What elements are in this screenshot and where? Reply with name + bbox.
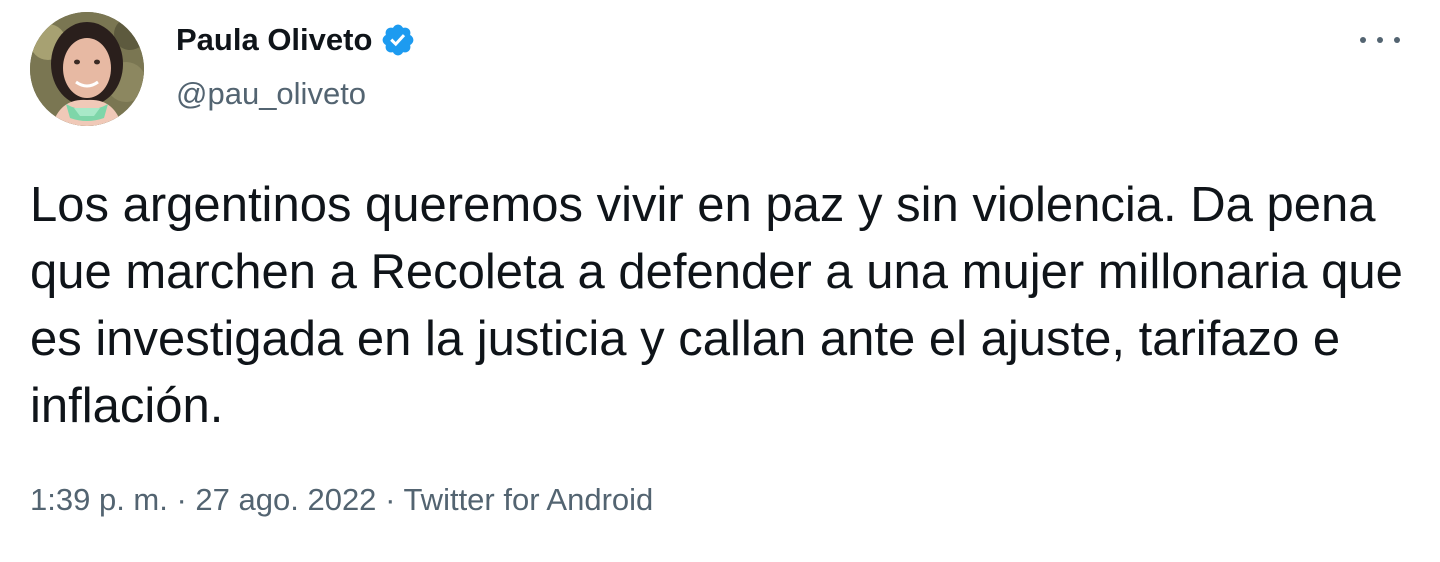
tweet-time[interactable]: 1:39 p. m. <box>30 482 168 517</box>
author-handle[interactable]: @pau_oliveto <box>176 76 366 112</box>
tweet-metadata: 1:39 p. m. · 27 ago. 2022 · Twitter for … <box>30 482 653 518</box>
tweet-text: Los argentinos queremos vivir en paz y s… <box>30 178 1403 433</box>
dot <box>1360 37 1366 43</box>
verified-badge-icon <box>380 22 416 58</box>
avatar[interactable] <box>30 12 144 126</box>
tweet-source[interactable]: Twitter for Android <box>403 482 653 517</box>
avatar-image <box>30 12 144 126</box>
more-options-icon[interactable] <box>1360 28 1400 52</box>
author-name-row: Paula Oliveto <box>176 22 416 58</box>
separator: · <box>385 482 404 517</box>
tweet-date[interactable]: 27 ago. 2022 <box>195 482 376 517</box>
separator: · <box>176 482 196 517</box>
dot <box>1394 37 1400 43</box>
tweet-card: Paula Oliveto @pau_oliveto Los argentino… <box>0 0 1440 562</box>
display-name[interactable]: Paula Oliveto <box>176 22 372 58</box>
dot <box>1377 37 1383 43</box>
